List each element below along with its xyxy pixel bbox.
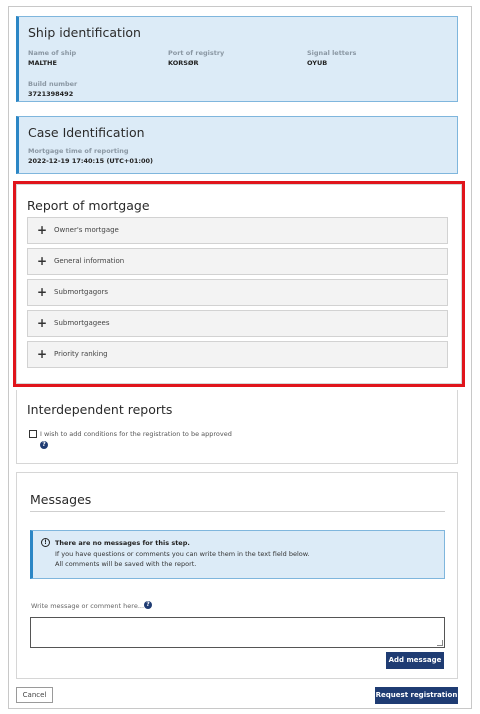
- info-icon: !: [41, 538, 50, 547]
- no-messages-info-box: ! There are no messages for this step. I…: [30, 530, 445, 579]
- build-number-label: Build number: [28, 80, 78, 88]
- message-input-label-text: Write message or comment here...: [31, 602, 145, 610]
- cancel-button[interactable]: Cancel: [16, 687, 53, 703]
- help-icon[interactable]: ?: [40, 441, 48, 449]
- conditions-checkbox[interactable]: [29, 430, 37, 438]
- ship-identification-title: Ship identification: [28, 25, 141, 40]
- messages-title: Messages: [30, 492, 92, 507]
- case-identification-title: Case Identification: [28, 125, 145, 140]
- ship-identification-panel: Ship identification Name of ship MALTHE …: [16, 16, 458, 102]
- request-registration-button[interactable]: Request registration: [375, 687, 458, 704]
- signal-letters-label: Signal letters: [307, 49, 357, 57]
- signal-letters-value: OYUB: [307, 59, 328, 67]
- highlight-box: [13, 181, 465, 387]
- port-of-registry-value: KORSØR: [168, 59, 199, 67]
- resize-handle-icon[interactable]: [437, 640, 443, 646]
- interdependent-reports-title: Interdependent reports: [27, 402, 173, 417]
- info-title: There are no messages for this step.: [55, 539, 190, 547]
- conditions-checkbox-label: I wish to add conditions for the registr…: [40, 430, 232, 438]
- build-number-value: 3721398492: [28, 90, 74, 98]
- mortgage-time-value: 2022-12-19 17:40:15 (UTC+01:00): [28, 157, 153, 165]
- port-of-registry-label: Port of registry: [168, 49, 225, 57]
- ship-name-label: Name of ship: [28, 49, 77, 57]
- message-input-label: Write message or comment here...: [31, 602, 144, 610]
- add-message-button[interactable]: Add message: [386, 652, 444, 669]
- help-icon[interactable]: ?: [144, 601, 152, 609]
- ship-name-value: MALTHE: [28, 59, 57, 67]
- info-line-2: All comments will be saved with the repo…: [55, 560, 197, 568]
- message-textarea[interactable]: [30, 617, 445, 648]
- messages-divider: [30, 511, 445, 512]
- mortgage-time-label: Mortgage time of reporting: [28, 147, 129, 155]
- case-identification-panel: Case Identification Mortgage time of rep…: [16, 116, 458, 174]
- info-line-1: If you have questions or comments you ca…: [55, 550, 310, 558]
